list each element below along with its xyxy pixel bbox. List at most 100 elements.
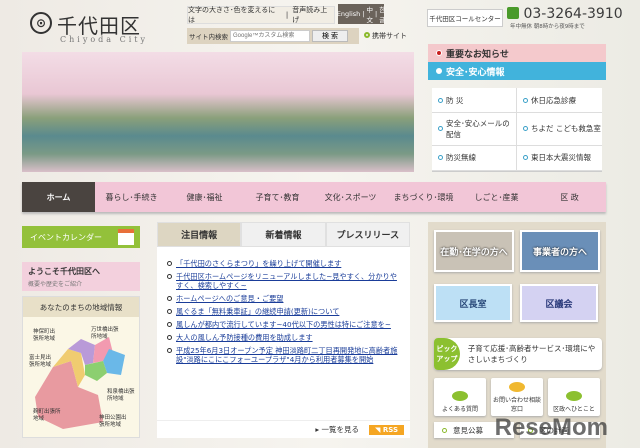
area-label-jimbocho[interactable]: 神保町出張所地域: [33, 329, 57, 343]
nav-culture[interactable]: 文化･スポーツ: [314, 182, 387, 212]
link-label: 安全･安心メールの配信: [446, 118, 510, 139]
accessibility-links: 文字の大きさ･色を変えるには | 音声読み上げ: [187, 6, 335, 24]
nav-work[interactable]: しごと･産業: [460, 182, 533, 212]
tab-featured[interactable]: 注目情報: [157, 222, 242, 247]
bullet-icon: [167, 296, 172, 301]
bullet-icon: [167, 309, 172, 314]
language-links: English | 中文 | 한글: [336, 4, 386, 24]
pickup-badge: ピックアップ: [434, 338, 460, 370]
calendar-icon: [118, 229, 134, 245]
news-link[interactable]: 平成25年6月3日オープン予定 神田淡路町二丁目再開発地に高齢者施設"淡路にこに…: [176, 346, 402, 364]
bullet-icon: [167, 274, 172, 279]
safety-info-header[interactable]: 安全･安心情報: [428, 62, 606, 80]
phone-text: 03-3264-3910: [523, 6, 623, 22]
rss-button[interactable]: ◥ RSS: [369, 424, 404, 435]
news-link[interactable]: ホームページへのご意見・ご要望: [176, 294, 283, 303]
event-calendar-button[interactable]: イベントカレンダー: [22, 226, 140, 248]
important-notice-link[interactable]: 重要なお知らせ: [428, 44, 606, 62]
bullet-icon: [167, 261, 172, 266]
pickup-banner[interactable]: ピックアップ 子育て応援･高齢者サービス･環境にやさしいまちづくり: [434, 338, 602, 370]
faq-button[interactable]: よくある質問: [434, 378, 486, 416]
news-link[interactable]: 「千代田のさくらまつり」を繰り上げて開催します: [176, 259, 341, 268]
pickup-text: 子育て応援･高齢者サービス･環境にやさしいまちづくり: [467, 344, 596, 364]
news-item: 千代田区ホームページをリニューアルしました~見やすく、分かりやすく、検索しやすく…: [167, 272, 402, 290]
lang-english[interactable]: English: [337, 10, 360, 18]
city-emblem-icon: ⊙: [30, 12, 52, 34]
news-item: 風ぐるま「無料乗車証」の継続申請(更新)について: [167, 307, 402, 316]
safety-link[interactable]: 安全･安心メールの配信: [432, 113, 517, 146]
contact-button[interactable]: お問い合わせ相談窓口: [491, 378, 543, 416]
bullet-icon: [523, 126, 528, 132]
safety-links: 防 災 休日応急診療 安全･安心メールの配信 ちよだ こども救急室 防災無線 東…: [432, 88, 602, 172]
chevron-down-icon: [436, 68, 442, 74]
tab-new[interactable]: 新着情報: [241, 222, 326, 247]
contact-label: お問い合わせ相談窓口: [492, 397, 541, 413]
link-label: ちよだ こども救急室: [531, 124, 601, 134]
search-input[interactable]: [230, 30, 310, 42]
area-label-izumibashi[interactable]: 和泉橋出張所地域: [107, 389, 135, 403]
bullet-icon: [167, 348, 172, 353]
news-item: 「千代田のさくらまつり」を繰り上げて開催します: [167, 259, 402, 268]
call-center-label: 千代田区コールセンター: [429, 15, 501, 23]
search-button[interactable]: 検 索: [312, 30, 348, 42]
business-button[interactable]: 事業者の方へ: [520, 230, 600, 272]
news-item: 大人の風しん予防接種の費用を助成します: [167, 333, 402, 342]
nav-education[interactable]: 子育て･教育: [241, 182, 314, 212]
nav-home[interactable]: ホーム: [22, 182, 95, 212]
news-link[interactable]: 大人の風しん予防接種の費用を助成します: [176, 333, 313, 342]
mobile-site-link[interactable]: 携帯サイト: [364, 31, 407, 41]
tab-press[interactable]: プレスリリース: [325, 222, 410, 247]
assembly-button[interactable]: 区議会: [520, 284, 598, 322]
bullet-icon: [438, 126, 443, 132]
nav-town[interactable]: まちづくり･環境: [387, 182, 460, 212]
welcome-banner[interactable]: ようこそ千代田区へ 概要や歴史をご紹介: [22, 262, 140, 291]
watermark: ReseMom: [494, 414, 608, 441]
news-link[interactable]: 千代田区ホームページをリニューアルしました~見やすく、分かりやすく、検索しやすく…: [176, 272, 402, 290]
lang-chinese[interactable]: 中文: [367, 4, 374, 24]
phone-number: 03-3264-3910: [507, 6, 623, 22]
person-icon: [509, 382, 525, 392]
cherry-blossom-photo: [22, 52, 414, 172]
opinion-button[interactable]: 区政へひとこと: [548, 378, 600, 416]
nav-health[interactable]: 健康･福祉: [168, 182, 241, 212]
opinion-label: 区政へひとこと: [553, 406, 595, 413]
speech-bubble-icon: [452, 391, 468, 401]
lang-korean[interactable]: 한글: [379, 4, 385, 24]
nav-living[interactable]: 暮らし･手続き: [95, 182, 168, 212]
news-list: 「千代田のさくらまつり」を繰り上げて開催します 千代田区ホームページをリニューア…: [157, 247, 410, 364]
bullet-icon: [436, 50, 442, 56]
safety-link[interactable]: 東日本大震災情報: [517, 146, 602, 171]
area-title: あなたのまちの地域情報: [23, 297, 139, 317]
text-size-link[interactable]: 文字の大きさ･色を変えるには: [188, 5, 282, 25]
safety-link[interactable]: ちよだ こども救急室: [517, 113, 602, 146]
news-link[interactable]: 風ぐるま「無料乗車証」の継続申請(更新)について: [176, 307, 339, 316]
bullet-icon: [438, 97, 443, 103]
mobile-label: 携帯サイト: [372, 32, 407, 40]
voice-link[interactable]: 音声読み上げ: [292, 5, 334, 25]
phone-icon: [507, 7, 519, 19]
see-all-link[interactable]: ▸ 一覧を見る: [315, 424, 359, 435]
safety-link[interactable]: 防 災: [432, 88, 517, 114]
speech-person-icon: [566, 391, 582, 401]
link-label: 防 災: [446, 95, 464, 105]
site-search: サイト内検索 検 索: [187, 28, 359, 44]
bullet-icon: [167, 335, 172, 340]
safety-link[interactable]: 防災無線: [432, 145, 517, 171]
news-item: ホームページへのご意見・ご要望: [167, 294, 402, 303]
logo[interactable]: ⊙ 千代田区 Chiyoda City: [30, 10, 150, 44]
welcome-title: ようこそ千代田区へ: [28, 267, 100, 276]
mayor-button[interactable]: 区長室: [434, 284, 512, 322]
search-label: サイト内検索: [189, 33, 228, 41]
news-link[interactable]: 風しんが都内で流行しています~40代以下の男性は特にご注意を~: [176, 320, 391, 329]
link-label: 防災無線: [446, 153, 476, 163]
area-label-manseibashi[interactable]: 万世橋出張所地域: [91, 327, 119, 341]
area-label-kanda-koen[interactable]: 神田公園出張所地域: [99, 415, 129, 429]
commuters-button[interactable]: 在勤･在学の方へ: [434, 230, 514, 272]
area-label-fujimi[interactable]: 富士見出張所地域: [29, 355, 53, 369]
phone-hours: 年中無休 朝8時から夜9時まで: [510, 24, 585, 30]
call-center-button[interactable]: 千代田区コールセンター: [427, 9, 503, 27]
safety-link[interactable]: 休日応急診療: [517, 88, 602, 114]
nav-government[interactable]: 区 政: [533, 182, 606, 212]
welcome-subtitle: 概要や歴史をご紹介: [28, 281, 83, 288]
area-label-kojimachi[interactable]: 麹町出張所地域: [33, 409, 61, 423]
